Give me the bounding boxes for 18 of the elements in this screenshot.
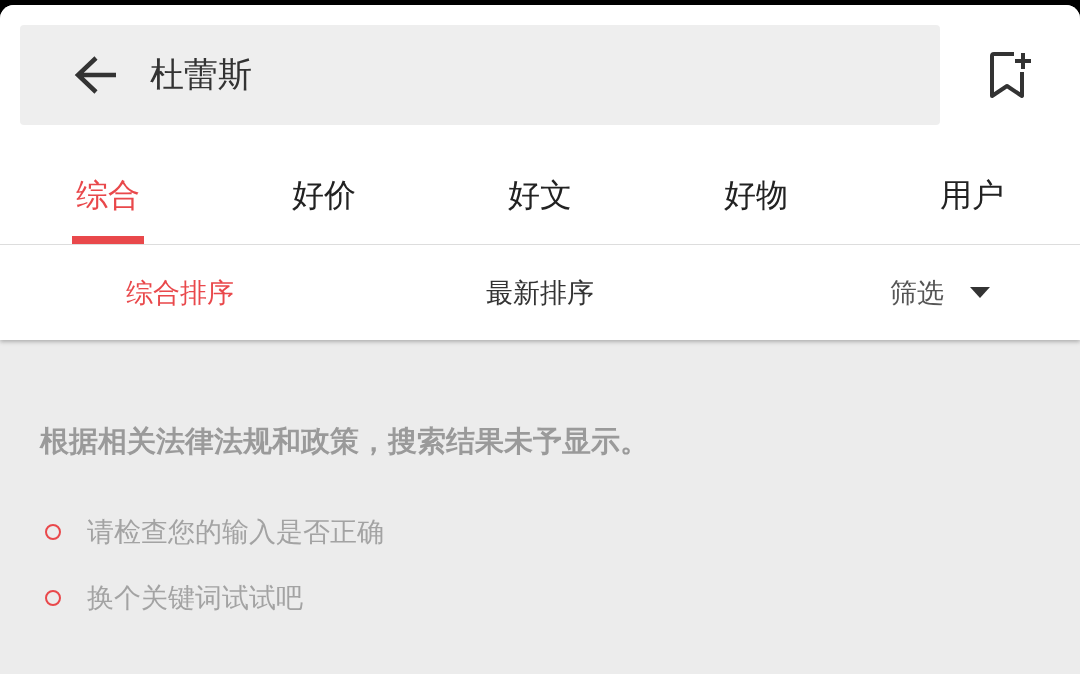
tab[interactable]: 好价 (287, 150, 360, 244)
caret-icon (970, 287, 990, 298)
notice-text: 根据相关法律法规和政策，搜索结果未予显示。 (40, 423, 650, 460)
search-input[interactable]: 杜蕾斯 (150, 55, 750, 95)
back-arrow-icon[interactable] (74, 55, 118, 95)
search-field[interactable]: 杜蕾斯 (20, 25, 940, 125)
bullet-icon (45, 524, 61, 540)
filter-dropdown[interactable]: 筛选 (890, 274, 990, 311)
sort-option[interactable]: 综合排序 (126, 274, 234, 311)
bookmark-plus-icon[interactable] (988, 50, 1034, 100)
bullet-icon (45, 590, 61, 606)
tip-text: 请检查您的输入是否正确 (87, 515, 384, 549)
tab[interactable]: 好物 (719, 150, 792, 244)
tip-text: 换个关键词试试吧 (87, 581, 303, 615)
sort-option[interactable]: 最新排序 (486, 274, 594, 311)
tab[interactable]: 好文 (503, 150, 576, 244)
tab[interactable]: 综合 (71, 150, 144, 244)
tab[interactable]: 用户 (935, 150, 1008, 244)
